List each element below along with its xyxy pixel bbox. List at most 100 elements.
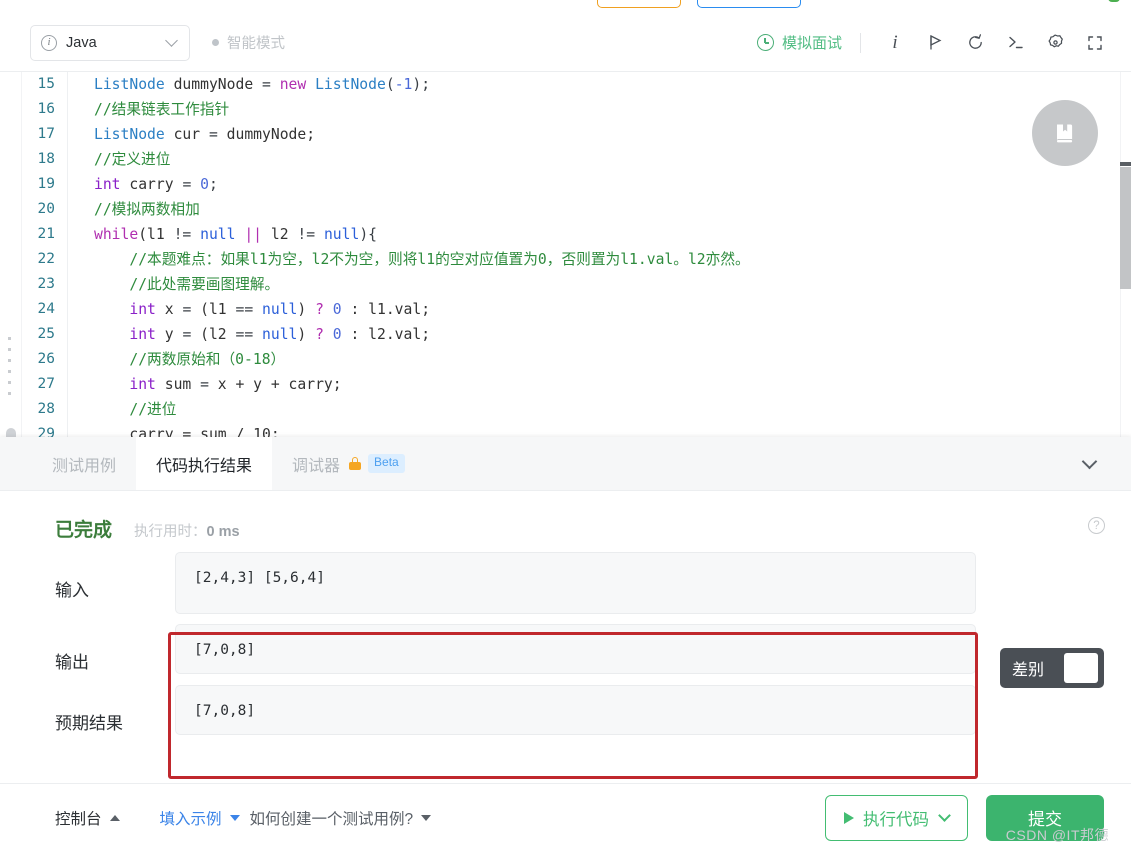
code-line[interactable]: ListNode dummyNode = new ListNode(-1); [94, 72, 1109, 97]
code-line[interactable]: while(l1 != null || l2 != null){ [94, 222, 1109, 247]
code-line[interactable]: ListNode cur = dummyNode; [94, 122, 1109, 147]
console-toggle[interactable]: 控制台 [55, 807, 120, 829]
info-circle-icon: i [41, 34, 57, 51]
caret-down-icon [421, 814, 432, 821]
diff-toggle[interactable]: 差别 [1000, 648, 1104, 688]
line-number: 19 [37, 176, 55, 192]
code-line[interactable]: //定义进位 [94, 147, 1109, 172]
line-number: 29 [37, 426, 55, 437]
submit-button[interactable]: 提交 [986, 794, 1104, 841]
beta-badge: Beta [368, 454, 405, 473]
flag-icon[interactable] [915, 23, 955, 63]
execution-time-label: 执行用时： [134, 524, 207, 540]
caret-down-icon [229, 814, 240, 821]
cutoff-orange-button[interactable] [597, 0, 681, 8]
chevron-down-icon [1081, 453, 1097, 470]
run-code-button[interactable]: 执行代码 [825, 794, 968, 841]
line-number: 17 [37, 126, 55, 142]
chevron-down-icon[interactable] [938, 809, 951, 822]
tab-label: 代码执行结果 [156, 457, 253, 475]
how-to-label: 如何创建一个测试用例? [249, 810, 414, 828]
execution-status-row: 已完成 执行用时：0 ms ? [0, 491, 1131, 542]
toolbar-actions: 模拟面试 i [756, 23, 1131, 63]
line-number: 20 [37, 201, 55, 217]
smart-mode-label: 智能模式 [227, 36, 285, 52]
diff-toggle-label: 差别 [1012, 662, 1045, 679]
editor-left-rail [0, 72, 22, 437]
results-panel: 测试用例 代码执行结果 调试器 Beta 已完成 执行用时：0 ms ? 输入 … [0, 437, 1131, 851]
editor-vertical-scrollbar[interactable] [1120, 72, 1131, 437]
code-line[interactable]: int x = (l1 == null) ? 0 : l1.val; [94, 297, 1109, 322]
toggle-knob[interactable] [1064, 653, 1098, 683]
line-number: 23 [37, 276, 55, 292]
console-label: 控制台 [55, 810, 102, 828]
code-line[interactable]: //结果链表工作指针 [94, 97, 1109, 122]
caret-up-icon [109, 814, 120, 821]
language-selector[interactable]: i Java [30, 24, 190, 61]
cutoff-blue-button[interactable] [697, 0, 801, 8]
code-editor[interactable]: 15 16 17 18 19 20 21 22 23 24 25 26 27 28 29 ListNode … [0, 72, 1131, 437]
io-rows: 输入 [2,4,3] [5,6,4] 输出 [7,0,8] 预期结果 [7,0,… [0, 552, 1131, 735]
fullscreen-icon[interactable] [1075, 23, 1115, 63]
row-input: 输入 [2,4,3] [5,6,4] [0, 552, 1131, 614]
reset-icon[interactable] [955, 23, 995, 63]
output-value-box: [7,0,8] [175, 624, 976, 674]
panel-content: 已完成 执行用时：0 ms ? 输入 [2,4,3] [5,6,4] 输出 [7… [0, 491, 1131, 791]
language-label: Java [66, 34, 97, 51]
cutoff-top-strip [0, 0, 1131, 14]
chevron-down-icon [165, 34, 178, 47]
fill-example-label: 填入示例 [159, 810, 222, 828]
footer-actions: 执行代码 提交 [825, 794, 1104, 841]
code-line[interactable]: //进位 [94, 397, 1109, 422]
notes-button[interactable] [1032, 100, 1098, 166]
code-line[interactable]: int carry = 0; [94, 172, 1109, 197]
info-italic-icon[interactable]: i [875, 23, 915, 63]
input-value-box[interactable]: [2,4,3] [5,6,4] [175, 552, 976, 614]
how-to-create-testcase-link[interactable]: 如何创建一个测试用例? [250, 807, 432, 829]
code-line[interactable]: int sum = x + y + carry; [94, 372, 1109, 397]
status-dot-icon [212, 39, 219, 46]
code-content[interactable]: ListNode dummyNode = new ListNode(-1);//… [68, 72, 1109, 437]
leetcode-editor-page: i Java 智能模式 模拟面试 i 15 16 17 18 19 20 21 … [0, 0, 1131, 851]
line-number-gutter: 15 16 17 18 19 20 21 22 23 24 25 26 27 28 29 [22, 72, 68, 437]
smart-mode-toggle[interactable]: 智能模式 [212, 32, 285, 53]
panel-collapse-button[interactable] [1069, 437, 1109, 491]
line-number: 24 [37, 301, 55, 317]
code-line[interactable]: int y = (l2 == null) ? 0 : l2.val; [94, 322, 1109, 347]
code-line[interactable]: //此处需要画图理解。 [94, 272, 1109, 297]
code-line[interactable]: //两数原始和（0-18） [94, 347, 1109, 372]
line-number: 18 [37, 151, 55, 167]
clock-icon [756, 34, 774, 51]
code-surface[interactable]: 15 16 17 18 19 20 21 22 23 24 25 26 27 28 29 ListNode … [22, 72, 1109, 437]
line-number: 26 [37, 351, 55, 367]
fill-example-button[interactable]: 填入示例 [160, 807, 240, 829]
line-number: 25 [37, 326, 55, 342]
tab-debugger[interactable]: 调试器 Beta [272, 437, 425, 490]
code-line[interactable]: //模拟两数相加 [94, 197, 1109, 222]
question-circle-icon[interactable]: ? [1088, 517, 1105, 534]
tab-execution-result[interactable]: 代码执行结果 [136, 437, 273, 490]
cutoff-green-marker [1108, 0, 1120, 2]
console-prompt-icon[interactable] [995, 23, 1035, 63]
mock-interview-button[interactable]: 模拟面试 [756, 32, 842, 53]
settings-gear-icon[interactable] [1035, 23, 1075, 63]
line-number: 21 [37, 226, 55, 242]
tab-test-cases[interactable]: 测试用例 [32, 437, 136, 490]
panel-drag-handle[interactable] [8, 337, 11, 395]
line-number: 15 [37, 76, 55, 92]
submit-label: 提交 [1028, 810, 1062, 829]
code-line[interactable]: carry = sum / 10; [94, 422, 1109, 437]
expected-value-box: [7,0,8] [175, 685, 976, 735]
execution-time: 执行用时：0 ms [134, 520, 240, 541]
lock-icon [349, 457, 362, 470]
code-line[interactable]: //本题难点：如果l1为空，l2不为空，则将l1的空对应值置为0，否则置为l1.… [94, 247, 1109, 272]
row-label: 输出 [55, 653, 89, 672]
scrollbar-marker [1120, 162, 1131, 166]
panel-footer: 控制台 填入示例 如何创建一个测试用例? 执行代码 提交 [0, 783, 1131, 851]
line-number: 16 [37, 101, 55, 117]
tab-label: 调试器 [292, 457, 341, 475]
scrollbar-thumb[interactable] [1120, 167, 1131, 289]
status-badge: 已完成 [55, 520, 113, 541]
line-number: 27 [37, 376, 55, 392]
toolbar-divider [860, 32, 861, 53]
